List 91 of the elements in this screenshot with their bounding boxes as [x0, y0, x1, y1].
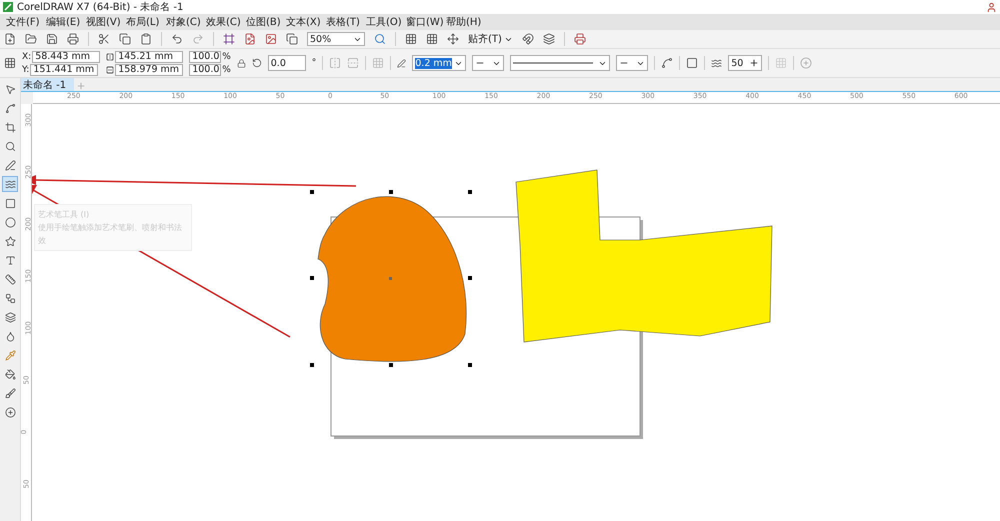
percent-sign: % — [222, 52, 231, 62]
export-icon[interactable] — [265, 33, 277, 45]
scale-y-field[interactable]: 100.0 — [189, 64, 222, 76]
menu-item[interactable]: 对象(C) — [166, 15, 206, 29]
import-icon[interactable] — [244, 33, 256, 45]
star-icon — [4, 236, 16, 246]
selection-handle[interactable] — [310, 276, 314, 280]
menu-item[interactable]: 视图(V) — [86, 15, 126, 29]
connector-icon — [4, 292, 16, 304]
percent-sign: % — [222, 64, 231, 74]
x-label: X: — [22, 52, 32, 62]
square-icon[interactable] — [686, 57, 698, 69]
brush-stroke-icon — [4, 178, 16, 190]
open-icon[interactable] — [25, 33, 37, 45]
selection-handle[interactable] — [468, 276, 472, 280]
window-title: CorelDRAW X7 (64-Bit) - 未命名 -1 — [17, 0, 184, 14]
undo-icon[interactable] — [171, 33, 183, 45]
cut-icon[interactable] — [98, 33, 110, 45]
magnet-icon[interactable] — [522, 33, 534, 45]
line-style-dropdown[interactable] — [510, 55, 610, 71]
zoom-fit-icon[interactable] — [374, 33, 386, 45]
center-mark — [389, 277, 392, 280]
y-label: Y: — [22, 64, 30, 74]
selection-handle[interactable] — [310, 363, 314, 367]
frame-icon[interactable] — [223, 33, 235, 45]
menu-item[interactable]: 编辑(E) — [46, 15, 86, 29]
pointer-icon — [4, 84, 16, 94]
new-document-icon[interactable] — [4, 33, 16, 45]
y-field[interactable]: 151.441 mm — [30, 64, 98, 76]
droplet-icon — [4, 330, 16, 342]
output-icon[interactable] — [574, 33, 586, 45]
curve-icon — [4, 102, 16, 114]
menu-item[interactable]: 工具(O) — [366, 15, 406, 29]
height-icon — [106, 66, 114, 74]
rotation-field[interactable]: 0.0 — [268, 55, 306, 71]
scale-x-field[interactable]: 100.0 — [189, 50, 222, 62]
document-tab[interactable]: 未命名 -1 — [21, 78, 74, 91]
rectangle-icon — [4, 198, 16, 208]
guidelines-icon[interactable] — [447, 33, 459, 45]
plus-icon[interactable] — [749, 58, 760, 68]
selection-handle[interactable] — [310, 190, 314, 194]
height-field[interactable]: 158.979 mm — [115, 64, 184, 76]
blob-shape[interactable] — [318, 196, 467, 362]
copy-icon[interactable] — [119, 33, 131, 45]
menu-item[interactable]: 表格(T) — [326, 15, 366, 29]
pen-icon[interactable] — [397, 58, 406, 68]
ruler-icon — [4, 274, 16, 284]
menu-item[interactable]: 文本(X) — [286, 15, 326, 29]
text-icon — [4, 254, 16, 266]
paint-bucket-icon — [4, 368, 16, 380]
tool-button[interactable] — [2, 176, 18, 192]
outline-width-field[interactable]: 0.2 mm — [412, 55, 466, 71]
degree-sign: ° — [312, 58, 316, 68]
menu-item[interactable]: 布局(L) — [126, 15, 166, 29]
curve-icon[interactable] — [661, 57, 674, 69]
width-icon — [106, 52, 114, 60]
start-arrow-dropdown[interactable] — [472, 55, 504, 71]
brush-icon — [4, 388, 16, 398]
menu-item[interactable]: 文件(F) — [6, 15, 46, 29]
menu-item[interactable]: 位图(B) — [246, 15, 286, 29]
menu-item[interactable]: 帮助(H) — [446, 15, 486, 29]
eyedropper-icon — [4, 350, 16, 360]
menu-item[interactable]: 效果(C) — [206, 15, 246, 29]
save-icon[interactable] — [46, 33, 58, 45]
ellipse-icon — [4, 216, 16, 228]
paste-icon[interactable] — [140, 33, 152, 45]
width-field[interactable]: 145.21 mm — [115, 50, 184, 62]
object-origin-icon[interactable] — [4, 57, 16, 69]
layers-icon[interactable] — [542, 33, 555, 45]
menu-item[interactable]: 窗口(W) — [406, 15, 446, 29]
line-style-icon — [513, 62, 594, 64]
crop-icon — [4, 122, 16, 132]
end-arrow-dropdown[interactable] — [616, 55, 648, 71]
zoom-field[interactable]: 50% — [307, 32, 365, 46]
print-icon[interactable] — [67, 33, 79, 45]
shadow-icon — [4, 312, 16, 322]
selection-handle[interactable] — [468, 190, 472, 194]
smoothing-field[interactable]: 50 — [728, 55, 762, 71]
selection-handle[interactable] — [389, 363, 393, 367]
selection-handle[interactable] — [468, 363, 472, 367]
x-field[interactable]: 58.443 mm — [32, 50, 100, 62]
smoothing-icon[interactable] — [711, 58, 722, 68]
grid-icon[interactable] — [426, 33, 438, 45]
pen-icon — [4, 160, 16, 170]
lock-icon[interactable] — [236, 58, 246, 68]
snap-dropdown[interactable]: 贴齐(T) — [468, 32, 513, 46]
rotate-icon[interactable] — [252, 58, 262, 68]
user-icon[interactable] — [986, 2, 997, 12]
selection-handle[interactable] — [389, 190, 393, 194]
zoom-icon — [4, 140, 16, 152]
add-icon — [4, 406, 16, 418]
